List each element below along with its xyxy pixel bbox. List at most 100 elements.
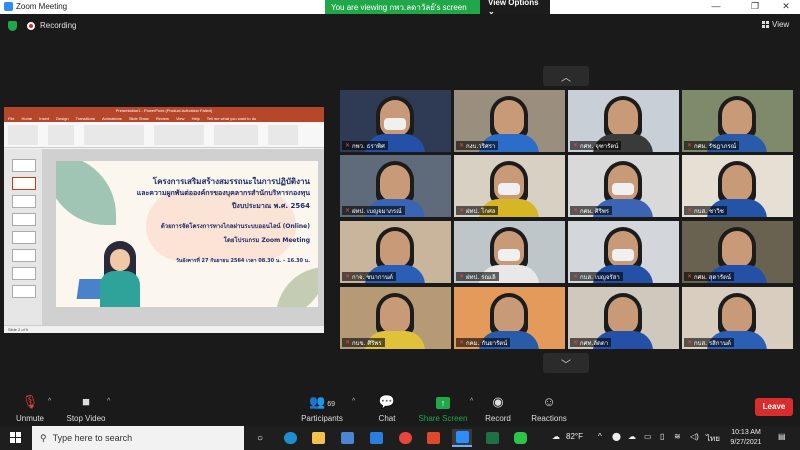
reactions-button[interactable]: ☺ Reactions: [519, 394, 579, 423]
view-options-button[interactable]: View Options ⌄: [480, 0, 550, 16]
participant-video-tile[interactable]: ✕ กงบ.วริศรา: [454, 90, 565, 152]
office-icon[interactable]: [423, 429, 443, 447]
participants-label: Participants: [301, 414, 343, 423]
volume-icon[interactable]: ◁): [690, 432, 699, 441]
muted-microphone-icon: ✕: [687, 207, 693, 214]
participant-video-tile[interactable]: ✕ กาจ. ชนากานต์: [340, 221, 451, 283]
ppt-status-bar: Slide 2 of 9: [4, 325, 324, 333]
task-view-icon[interactable]: ○: [250, 429, 270, 447]
participants-options-caret[interactable]: ^: [352, 398, 355, 405]
leave-button[interactable]: Leave: [755, 398, 793, 416]
share-screen-button[interactable]: ↑ Share Screen: [413, 394, 473, 423]
participant-video-tile[interactable]: ✕ กคม. กันยารัตน์: [454, 287, 565, 349]
participant-video-tile[interactable]: ✕ ฝทป. รณเลิ: [454, 221, 565, 283]
store-icon[interactable]: [337, 429, 357, 447]
audio-options-caret[interactable]: ^: [48, 398, 51, 405]
chrome-icon[interactable]: [395, 429, 415, 447]
participant-face: [608, 100, 638, 136]
slide-thumbnail: [12, 231, 36, 244]
participant-video-tile[interactable]: ✕ กพว. ธราพิศ: [340, 90, 451, 152]
participant-video-tile[interactable]: ✕ กศผ. ศิริพร: [568, 155, 679, 217]
ribbon-font-group: [84, 124, 144, 145]
participant-video-tile[interactable]: ✕ กศผ. รัชฎาภรณ์: [682, 90, 793, 152]
recording-label[interactable]: Recording: [40, 21, 76, 30]
participant-name-bar: ✕ ฝทป. โกศล: [456, 206, 499, 215]
taskbar-search-box[interactable]: ⚲ Type here to search: [32, 426, 244, 450]
viewing-text: You are viewing กพว.ลดาวัลย์'s screen: [331, 2, 467, 12]
participant-face: [494, 297, 524, 333]
zoom-taskbar-icon[interactable]: [452, 429, 472, 447]
viewing-banner: You are viewing กพว.ลดาวัลย์'s screen Vi…: [325, 0, 550, 16]
ppt-tab: View: [175, 116, 185, 121]
participant-video-tile[interactable]: ✕ กบส. รสิกานต์: [682, 287, 793, 349]
participant-name-bar: ✕ กพว. ธราพิศ: [342, 141, 388, 150]
windows-taskbar: ⚲ Type here to search ○ ☁ 82°F ^ ⬤ ☁ ▭ ▯…: [0, 426, 800, 450]
slide-title-line: โครงการเสริมสร้างสมรรถนะในการปฏิบัติงาน: [152, 177, 310, 186]
muted-microphone-icon: ✕: [459, 207, 465, 214]
close-button[interactable]: ✕: [776, 1, 796, 12]
ppt-tab: File: [8, 116, 15, 121]
battery-icon[interactable]: ▯: [660, 432, 664, 441]
ppt-tab: Transitions: [75, 116, 96, 121]
encryption-shield-icon[interactable]: [8, 21, 17, 31]
participant-video-tile[interactable]: ✕ กบข. ศิริพร: [340, 287, 451, 349]
slide-title-line: และความผูกพันต่อองค์กรของบุคลากรสำนักบริ…: [136, 189, 310, 197]
participant-video-tile[interactable]: ✕ กศผ. สุดารัตน์: [682, 221, 793, 283]
participant-name-bar: ✕ กศท.ลัดดา: [570, 338, 612, 347]
chevron-up-icon: ︿: [561, 72, 571, 84]
participant-face: [608, 297, 638, 333]
video-options-caret[interactable]: ^: [107, 398, 110, 405]
onedrive-icon[interactable]: ☁: [628, 432, 636, 441]
stop-video-label: Stop Video: [66, 414, 106, 423]
maximize-button[interactable]: ❐: [745, 1, 765, 12]
participant-video-tile[interactable]: ✕ กบส. ชาวิช: [682, 155, 793, 217]
participant-video-tile[interactable]: ✕ ฝทป. โกศล: [454, 155, 565, 217]
muted-microphone-icon: ✕: [573, 273, 579, 280]
chevron-down-icon: ﹀: [561, 359, 571, 371]
participant-name: กศท. จุฑารัตน์: [580, 142, 619, 150]
tray-expand-icon[interactable]: ^: [598, 432, 602, 441]
participant-name-bar: ✕ กศผ. สุดารัตน์: [684, 272, 734, 281]
participant-name: กบส. ชาวิช: [694, 207, 724, 215]
chat-button[interactable]: 💬 Chat: [357, 394, 417, 423]
slide-thumbnail: [12, 267, 36, 280]
participant-name-bar: ✕ กบข. ศิริพร: [342, 338, 385, 347]
face-mask: [612, 183, 634, 195]
excel-icon[interactable]: [482, 429, 502, 447]
shared-screen: Presentation1 - PowerPoint (Product Acti…: [4, 107, 324, 333]
weather-temperature[interactable]: 82°F: [566, 432, 583, 441]
mail-icon[interactable]: [366, 429, 386, 447]
line-icon[interactable]: [510, 429, 530, 447]
weather-icon[interactable]: ☁: [552, 432, 560, 441]
zoom-logo-icon: [4, 2, 13, 11]
notifications-icon[interactable]: ▤: [778, 432, 786, 441]
participant-video-tile[interactable]: ✕ กศท. จุฑารัตน์: [568, 90, 679, 152]
participants-button[interactable]: 👥 69 Participants: [292, 394, 352, 423]
tray-app-icon[interactable]: ⬤: [612, 432, 621, 441]
windows-start-icon[interactable]: [10, 432, 21, 443]
unmute-label: Unmute: [15, 414, 44, 423]
window-title-group: Zoom Meeting: [4, 2, 67, 11]
muted-microphone-icon: ✕: [573, 207, 579, 214]
participant-video-tile[interactable]: ✕ ฝทป. เบญจมาภรณ์: [340, 155, 451, 217]
slide-thumbnail: [12, 285, 36, 298]
muted-microphone-icon: ✕: [573, 339, 579, 346]
page-down-button[interactable]: ﹀: [543, 353, 589, 373]
input-language[interactable]: ไทย: [706, 432, 720, 445]
participant-face: [380, 231, 410, 267]
view-button[interactable]: View: [762, 20, 789, 29]
tray-app-icon[interactable]: ▭: [644, 432, 652, 441]
participant-video-tile[interactable]: ✕ กศท.ลัดดา: [568, 287, 679, 349]
participant-name-bar: ✕ กศท. จุฑารัตน์: [570, 141, 622, 150]
system-clock[interactable]: 10:13 AM 9/27/2021: [726, 428, 766, 448]
participant-video-tile[interactable]: ✕ กบส. เบญจรัสา: [568, 221, 679, 283]
wifi-icon[interactable]: ≋: [674, 432, 681, 441]
minimize-button[interactable]: —: [706, 1, 726, 11]
ppt-tab: Tell me what you want to do: [206, 116, 257, 121]
participant-name-bar: ✕ กงบ.วริศรา: [456, 141, 499, 150]
page-up-button[interactable]: ︿: [543, 66, 589, 86]
edge-browser-icon[interactable]: [280, 429, 300, 447]
ppt-body: โครงการเสริมสร้างสมรรถนะในการปฏิบัติงาน …: [4, 149, 324, 325]
file-explorer-icon[interactable]: [308, 429, 328, 447]
person-illustration-face: [110, 249, 130, 271]
